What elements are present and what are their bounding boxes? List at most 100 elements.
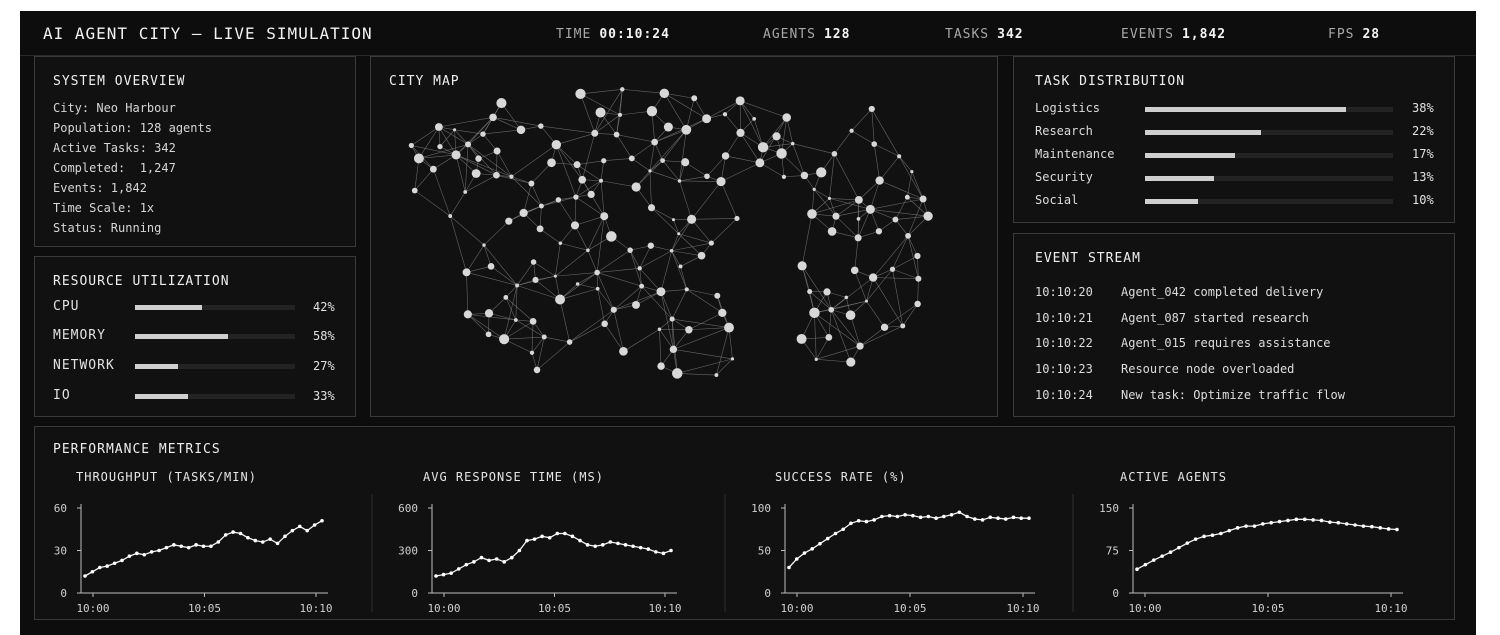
map-node xyxy=(890,267,895,272)
data-point xyxy=(996,516,1000,520)
map-road xyxy=(680,181,721,182)
map-road xyxy=(556,133,594,144)
map-node xyxy=(496,98,506,108)
app-title: AI AGENT CITY — LIVE SIMULATION xyxy=(43,24,373,43)
data-point xyxy=(849,522,853,526)
resource-label: CPU xyxy=(53,299,79,314)
map-road xyxy=(604,158,632,160)
map-node xyxy=(547,158,556,167)
map-node xyxy=(677,232,680,235)
map-road xyxy=(560,243,588,250)
data-point xyxy=(480,556,484,560)
map-road xyxy=(484,245,491,266)
map-node xyxy=(619,347,628,356)
data-point xyxy=(120,559,124,563)
map-road xyxy=(677,359,732,374)
stat-value: 1,842 xyxy=(1182,27,1226,42)
map-node xyxy=(505,218,512,225)
map-node xyxy=(554,275,557,278)
map-road xyxy=(450,192,465,216)
overview-line: Events: 1,842 xyxy=(53,181,147,195)
map-node xyxy=(869,106,875,112)
data-point xyxy=(113,561,117,565)
data-point xyxy=(239,532,243,536)
map-road xyxy=(415,169,434,190)
map-road xyxy=(680,176,707,181)
map-node xyxy=(846,358,855,367)
data-point xyxy=(449,571,453,575)
map-road xyxy=(721,182,737,219)
map-road xyxy=(456,155,465,192)
map-node xyxy=(463,268,471,276)
map-node xyxy=(414,153,424,163)
bar-fill xyxy=(1145,176,1214,181)
map-node xyxy=(648,169,651,172)
map-road xyxy=(672,243,712,251)
map-road xyxy=(659,329,661,366)
map-road xyxy=(895,197,907,219)
map-node xyxy=(472,169,481,178)
map-road xyxy=(855,270,867,301)
city-map-graph[interactable] xyxy=(371,57,997,416)
city-map-panel[interactable]: CITY MAP xyxy=(370,56,998,417)
map-node xyxy=(715,373,719,377)
map-node xyxy=(672,368,682,378)
data-point xyxy=(888,514,892,518)
data-point xyxy=(142,553,146,557)
data-point xyxy=(224,533,228,537)
system-overview-panel: SYSTEM OVERVIEW City: Neo Harbour Popula… xyxy=(34,56,356,247)
map-node xyxy=(465,141,471,147)
data-point xyxy=(669,549,673,553)
data-point xyxy=(187,546,191,550)
map-node xyxy=(514,318,518,322)
stat-label: EVENTS xyxy=(1121,27,1174,42)
data-point xyxy=(320,519,324,523)
bar-track xyxy=(135,394,295,399)
map-road xyxy=(601,161,604,181)
map-road xyxy=(802,214,812,266)
map-road xyxy=(899,156,912,171)
map-road xyxy=(908,236,917,256)
map-node xyxy=(914,301,920,307)
stat-label: FPS xyxy=(1328,27,1354,42)
event-item: 10:10:23Resource node overloaded xyxy=(1035,362,1294,376)
data-point xyxy=(826,537,830,541)
map-node xyxy=(791,142,795,146)
map-road xyxy=(672,251,681,267)
task-percent: 13% xyxy=(1412,170,1434,184)
data-point xyxy=(1236,526,1240,530)
map-road xyxy=(677,373,716,375)
map-node xyxy=(851,267,858,274)
map-node xyxy=(531,259,537,265)
map-node xyxy=(664,123,673,132)
data-point xyxy=(1004,517,1008,521)
map-node xyxy=(660,158,665,163)
map-node xyxy=(923,212,932,221)
data-point xyxy=(896,515,900,519)
map-road xyxy=(582,180,604,216)
data-point xyxy=(487,559,491,563)
map-node xyxy=(828,197,831,200)
map-node xyxy=(647,106,657,116)
map-road xyxy=(632,142,655,158)
map-node xyxy=(828,227,837,236)
task-row-social: Social 10% xyxy=(1035,193,1445,213)
map-road xyxy=(577,161,604,165)
overview-line: City: Neo Harbour xyxy=(53,101,176,115)
map-road xyxy=(834,131,851,154)
data-point xyxy=(128,554,132,558)
y-tick-label: 30 xyxy=(54,545,67,558)
map-road xyxy=(617,135,632,159)
map-node xyxy=(807,209,817,219)
map-node xyxy=(591,130,598,137)
data-point xyxy=(533,537,537,541)
map-node xyxy=(914,253,920,259)
map-road xyxy=(468,144,496,175)
x-tick-label: 10:10 xyxy=(1374,602,1407,615)
map-road xyxy=(681,266,687,289)
map-node xyxy=(509,175,513,179)
map-node xyxy=(797,334,807,344)
data-point xyxy=(571,535,575,539)
map-node xyxy=(629,155,635,161)
task-label: Security xyxy=(1035,170,1093,184)
